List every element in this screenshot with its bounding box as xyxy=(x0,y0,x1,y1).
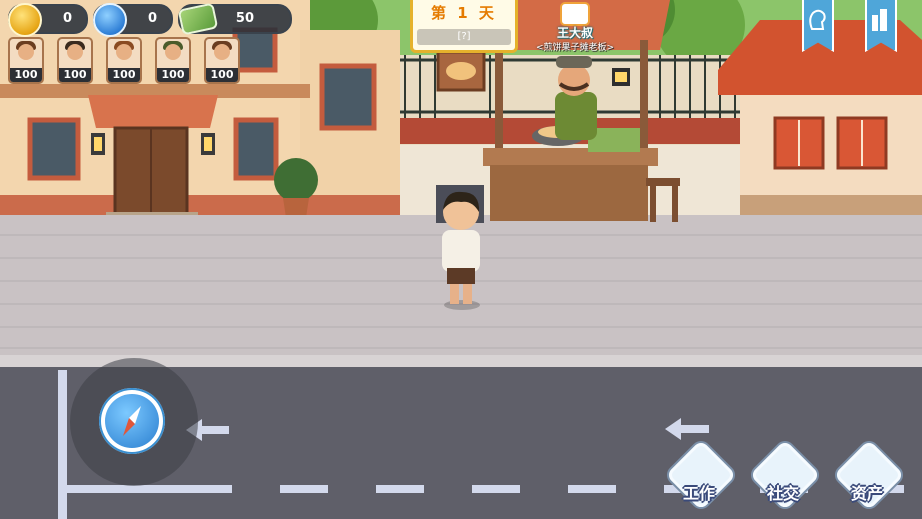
npc-count: 100 xyxy=(108,68,140,82)
npc-face-icon xyxy=(214,44,230,60)
npc-name[interactable]: 王大叔 xyxy=(523,24,627,41)
coin-value: 0 xyxy=(62,11,72,26)
profile-head-icon xyxy=(809,9,826,30)
cash-value: 50 xyxy=(235,11,254,26)
day-subtitle: [?] xyxy=(417,29,511,45)
npc-count: 100 xyxy=(10,68,42,82)
cash-icon xyxy=(177,2,219,36)
npc-count: 100 xyxy=(206,68,238,82)
npc-face-icon xyxy=(18,44,34,60)
npc-card[interactable]: 100 xyxy=(106,37,142,84)
npc-card[interactable]: 100 xyxy=(8,37,44,84)
npc-title: <煎饼果子摊老板> xyxy=(535,43,615,53)
coin-counter[interactable]: 0 xyxy=(8,3,88,37)
npc-face-icon xyxy=(116,44,132,60)
npc-face-icon xyxy=(67,44,83,60)
npc-card[interactable]: 100 xyxy=(57,37,93,84)
compass-face xyxy=(105,394,159,448)
day-indicator: 第 1 天 [?] xyxy=(410,0,518,53)
follower-counter[interactable]: 0 xyxy=(93,3,173,37)
npc-face-icon xyxy=(165,44,181,60)
cash-counter[interactable]: 50 xyxy=(177,2,292,36)
city-buildings-icon xyxy=(872,9,887,31)
chat-bubble-icon[interactable] xyxy=(560,2,590,26)
follower-value: 0 xyxy=(147,11,157,26)
coin-icon xyxy=(8,3,42,37)
npc-count: 100 xyxy=(59,68,91,82)
assets-label: 资产 xyxy=(850,484,883,503)
social-button[interactable]: 社交 xyxy=(749,439,821,511)
work-label: 工作 xyxy=(682,484,715,503)
social-label: 社交 xyxy=(766,484,799,503)
npc-count: 100 xyxy=(157,68,189,82)
assets-button[interactable]: 资产 xyxy=(833,439,905,511)
work-button[interactable]: 工作 xyxy=(665,439,737,511)
user-icon xyxy=(93,3,127,37)
day-label: 第 1 天 xyxy=(431,4,497,22)
compass-icon[interactable] xyxy=(99,388,165,454)
compass-needle xyxy=(123,406,141,436)
npc-card[interactable]: 100 xyxy=(204,37,240,84)
npc-card[interactable]: 100 xyxy=(155,37,191,84)
